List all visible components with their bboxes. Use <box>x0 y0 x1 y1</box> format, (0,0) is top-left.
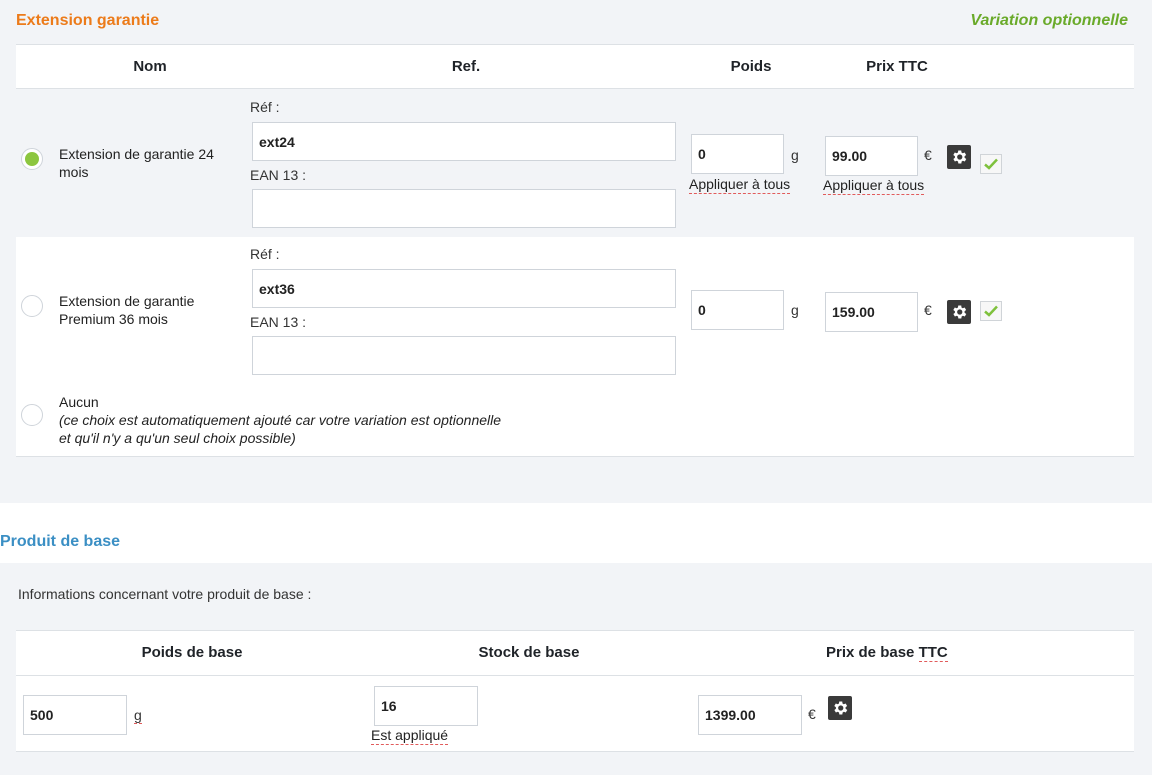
ref-input[interactable]: ext24 <box>252 122 676 161</box>
gear-icon[interactable] <box>828 696 852 720</box>
price-input[interactable]: 99.00 <box>825 136 918 176</box>
weight-unit: g <box>791 147 799 163</box>
apply-all-price-link[interactable]: Appliquer à tous <box>823 177 925 195</box>
variation-radio-selected[interactable] <box>21 148 43 170</box>
ref-label: Réf : <box>250 99 280 115</box>
none-option-note: (ce choix est automatiquement ajouté car… <box>59 412 502 428</box>
weight-input[interactable]: 0 <box>691 134 784 174</box>
weight-input[interactable]: 0 <box>691 290 784 330</box>
base-weight-input[interactable]: 500 <box>23 695 127 735</box>
base-product-table: Poids de base Stock de base Prix de base… <box>16 630 1134 752</box>
variation-radio[interactable] <box>21 295 43 317</box>
base-product-info: Informations concernant votre produit de… <box>18 586 312 602</box>
checkmark-icon[interactable] <box>980 301 1002 321</box>
base-currency-symbol: € <box>808 706 816 722</box>
none-option: Aucun (ce choix est automatiquement ajou… <box>59 393 619 447</box>
variation-optional-label: Variation optionnelle <box>970 12 1128 29</box>
checkmark-icon[interactable] <box>980 154 1002 174</box>
section-title-extension: Extension garantie <box>16 12 160 29</box>
header-stock-base: Stock de base <box>478 644 580 661</box>
base-stock-input[interactable]: 16 <box>374 686 478 726</box>
base-weight-unit: g <box>134 707 142 724</box>
header-poids: Poids <box>730 58 772 75</box>
header-prix-base: Prix de base TTC <box>826 644 948 662</box>
ean-label: EAN 13 : <box>250 167 307 183</box>
none-option-label: Aucun <box>59 394 99 410</box>
section-title-base-product: Produit de base <box>0 533 121 550</box>
ref-input[interactable]: ext36 <box>252 269 676 308</box>
stock-applied-status: Est appliqué <box>371 727 449 745</box>
variation-table-header: Nom Ref. Poids Prix TTC <box>16 44 1134 89</box>
ean-input[interactable] <box>252 189 676 228</box>
variation-name: Extension de garantie Premium 36 mois <box>59 293 195 327</box>
none-option-note: et qu'il n'y a qu'un seul choix possible… <box>59 430 296 446</box>
gear-icon[interactable] <box>947 300 971 324</box>
header-poids-base: Poids de base <box>141 644 243 661</box>
ean-input[interactable] <box>252 336 676 375</box>
header-ref: Ref. <box>451 58 481 75</box>
variation-name: Extension de garantie 24 mois <box>59 146 214 180</box>
variation-row: Extension de garantie 24 mois Réf : ext2… <box>16 90 1134 236</box>
gear-icon[interactable] <box>947 145 971 169</box>
base-product-header: Poids de base Stock de base Prix de base… <box>16 631 1134 676</box>
ean-label: EAN 13 : <box>250 314 307 330</box>
price-input[interactable]: 159.00 <box>825 292 918 332</box>
ttc-label: TTC <box>918 644 948 662</box>
ref-label: Réf : <box>250 246 280 262</box>
header-prix-ttc: Prix TTC <box>866 58 928 75</box>
currency-symbol: € <box>924 302 932 318</box>
none-option-radio[interactable] <box>21 404 43 426</box>
base-product-title-bar: Produit de base <box>0 503 1152 563</box>
weight-unit: g <box>791 302 799 318</box>
header-nom: Nom <box>133 58 167 75</box>
base-price-input[interactable]: 1399.00 <box>698 695 802 735</box>
apply-all-weight-link[interactable]: Appliquer à tous <box>689 176 791 194</box>
currency-symbol: € <box>924 147 932 163</box>
variation-row: Extension de garantie Premium 36 mois Ré… <box>16 237 1134 457</box>
